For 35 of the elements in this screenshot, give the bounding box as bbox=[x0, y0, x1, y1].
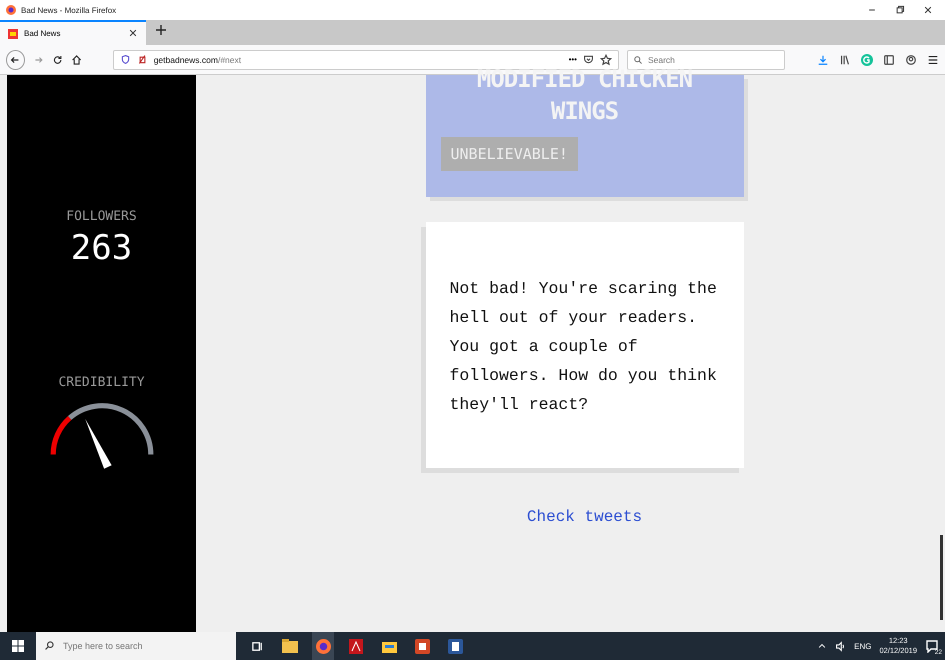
followers-label: FOLLOWERS bbox=[66, 209, 137, 224]
tab-favicon bbox=[8, 28, 18, 38]
sidebar-icon[interactable] bbox=[882, 54, 895, 66]
firefox-taskbar-icon[interactable] bbox=[312, 632, 334, 660]
menu-icon[interactable] bbox=[926, 54, 939, 66]
restore-icon[interactable] bbox=[895, 5, 905, 15]
more-actions-text[interactable]: ••• bbox=[568, 55, 577, 64]
scrollbar-thumb[interactable] bbox=[940, 535, 943, 620]
search-icon[interactable] bbox=[632, 54, 643, 64]
url-text: getbadnews.com/#next bbox=[154, 54, 242, 64]
check-tweets-link[interactable]: Check tweets bbox=[526, 508, 642, 526]
search-field[interactable]: Search bbox=[626, 50, 785, 70]
firefox-icon bbox=[6, 5, 16, 15]
followers-count: 263 bbox=[70, 228, 132, 268]
browser-tab[interactable]: Bad News bbox=[0, 20, 146, 45]
home-icon[interactable] bbox=[71, 54, 83, 66]
speaker-icon[interactable] bbox=[835, 640, 846, 652]
reload-icon[interactable] bbox=[52, 54, 64, 66]
pocket-icon[interactable] bbox=[582, 54, 594, 65]
library-icon[interactable] bbox=[838, 54, 851, 66]
credibility-label: CREDIBILITY bbox=[58, 375, 145, 390]
account-icon[interactable] bbox=[904, 54, 917, 66]
back-button[interactable] bbox=[6, 50, 25, 70]
message-text: Not bad! You're scaring the hell out of your readers. You got a couple of followers. How do you think they'll react? bbox=[450, 278, 718, 416]
taskbar-search-field[interactable]: Type here to search bbox=[36, 632, 236, 660]
language-indicator[interactable]: ENG bbox=[854, 642, 872, 650]
search-icon[interactable] bbox=[44, 640, 55, 651]
tab-title: Bad News bbox=[24, 29, 60, 38]
crossed-image-icon[interactable] bbox=[136, 54, 148, 65]
shield-icon[interactable] bbox=[120, 54, 131, 65]
download-icon[interactable] bbox=[816, 54, 829, 66]
address-bar[interactable]: getbadnews.com/#next ••• bbox=[112, 50, 619, 70]
window-title: Bad News - Mozilla Firefox bbox=[21, 6, 118, 14]
windows-start-icon[interactable] bbox=[12, 640, 24, 652]
star-icon[interactable] bbox=[600, 54, 612, 66]
